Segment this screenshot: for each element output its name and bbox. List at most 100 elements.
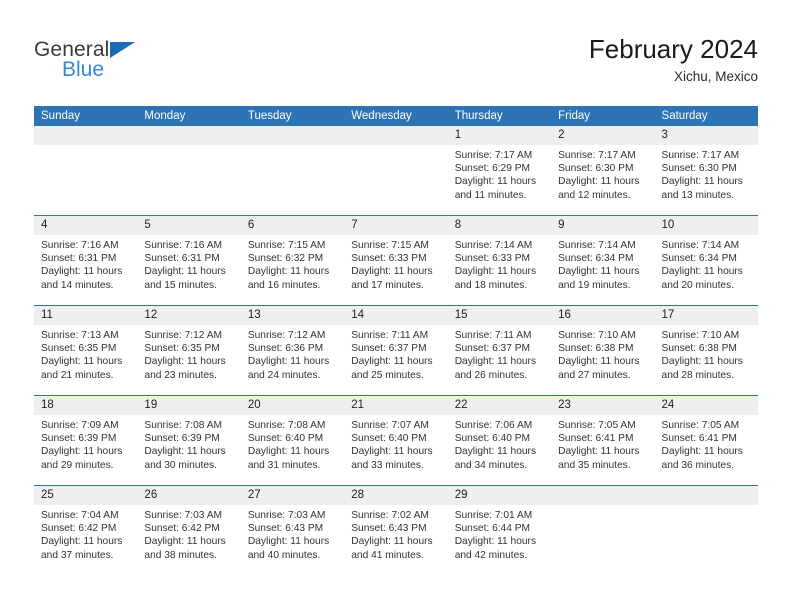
day-info-line: Sunset: 6:30 PM xyxy=(661,163,737,175)
day-info-line: Sunset: 6:39 PM xyxy=(144,433,220,445)
day-cell[interactable]: Sunrise: 7:12 AM Sunset: 6:36 PM Daylight:… xyxy=(241,325,344,395)
day-number[interactable]: 28 xyxy=(344,486,447,505)
day-info-line: Daylight: 11 hours xyxy=(144,356,226,368)
day-number[interactable]: 19 xyxy=(137,396,240,415)
day-info-line: Daylight: 11 hours xyxy=(454,356,537,368)
day-cell[interactable]: Sunrise: 7:03 AM Sunset: 6:42 PM Daylight:… xyxy=(137,505,240,575)
day-info-line: and 11 minutes. xyxy=(454,189,527,201)
day-info-line: Sunrise: 7:07 AM xyxy=(351,420,429,431)
day-cell[interactable]: Sunrise: 7:08 AM Sunset: 6:39 PM Daylight:… xyxy=(137,415,240,485)
day-number[interactable]: 29 xyxy=(448,486,551,505)
day-number[interactable]: 12 xyxy=(137,306,240,325)
week-detail-band: Sunrise: 7:16 AM Sunset: 6:31 PM Daylight:… xyxy=(34,235,758,305)
day-cell[interactable] xyxy=(34,145,137,215)
day-number[interactable]: 24 xyxy=(655,396,758,415)
day-of-week-header: Monday xyxy=(144,110,186,122)
day-info-line: Sunrise: 7:15 AM xyxy=(247,240,326,251)
day-number[interactable]: 14 xyxy=(344,306,447,325)
day-cell[interactable]: Sunrise: 7:01 AM Sunset: 6:44 PM Daylight:… xyxy=(448,505,551,575)
day-number[interactable]: 11 xyxy=(34,306,137,325)
day-info-line: Daylight: 11 hours xyxy=(454,266,537,278)
day-cell[interactable] xyxy=(241,145,344,215)
day-cell[interactable]: Sunrise: 7:10 AM Sunset: 6:38 PM Daylight:… xyxy=(551,325,654,395)
day-number[interactable]: 21 xyxy=(344,396,447,415)
day-number[interactable]: 18 xyxy=(34,396,137,415)
day-number[interactable]: 1 xyxy=(448,126,551,145)
day-cell[interactable]: Sunrise: 7:04 AM Sunset: 6:42 PM Daylight:… xyxy=(34,505,137,575)
day-cell[interactable]: Sunrise: 7:16 AM Sunset: 6:31 PM Daylight:… xyxy=(137,235,240,305)
day-number[interactable]: 20 xyxy=(241,396,344,415)
day-info-line: and 16 minutes. xyxy=(247,279,321,291)
day-number[interactable]: 27 xyxy=(241,486,344,505)
day-number[interactable]: 6 xyxy=(241,216,344,235)
day-cell[interactable]: Sunrise: 7:05 AM Sunset: 6:41 PM Daylight:… xyxy=(655,415,758,485)
day-cell[interactable] xyxy=(655,505,758,575)
day-number[interactable]: 8 xyxy=(448,216,551,235)
day-cell[interactable]: Sunrise: 7:11 AM Sunset: 6:37 PM Daylight:… xyxy=(344,325,447,395)
day-number[interactable]: 13 xyxy=(241,306,344,325)
day-info-line: and 19 minutes. xyxy=(558,279,631,291)
day-number[interactable] xyxy=(551,486,654,505)
day-number[interactable]: 4 xyxy=(34,216,137,235)
day-cell[interactable]: Sunrise: 7:15 AM Sunset: 6:32 PM Daylight:… xyxy=(241,235,344,305)
day-cell[interactable]: Sunrise: 7:02 AM Sunset: 6:43 PM Daylight:… xyxy=(344,505,447,575)
day-cell[interactable]: Sunrise: 7:16 AM Sunset: 6:31 PM Daylight:… xyxy=(34,235,137,305)
day-number[interactable]: 2 xyxy=(551,126,654,145)
day-info-line: Sunrise: 7:14 AM xyxy=(558,240,636,251)
general-blue-logo[interactable]: General Blue xyxy=(34,38,254,88)
day-cell[interactable]: Sunrise: 7:15 AM Sunset: 6:33 PM Daylight:… xyxy=(344,235,447,305)
day-info-line: Sunrise: 7:08 AM xyxy=(247,420,326,431)
day-info-line: Sunrise: 7:12 AM xyxy=(144,330,223,341)
day-cell[interactable]: Sunrise: 7:11 AM Sunset: 6:37 PM Daylight:… xyxy=(448,325,551,395)
day-info-line: and 25 minutes. xyxy=(351,369,424,381)
day-number[interactable] xyxy=(137,126,240,145)
day-number[interactable]: 25 xyxy=(34,486,137,505)
day-cell[interactable]: Sunrise: 7:12 AM Sunset: 6:35 PM Daylight:… xyxy=(137,325,240,395)
day-number[interactable]: 23 xyxy=(551,396,654,415)
day-number[interactable]: 5 xyxy=(137,216,240,235)
day-number[interactable]: 22 xyxy=(448,396,551,415)
day-number[interactable] xyxy=(655,486,758,505)
day-info-line: Daylight: 11 hours xyxy=(351,446,433,458)
day-cell[interactable]: Sunrise: 7:14 AM Sunset: 6:34 PM Daylight:… xyxy=(551,235,654,305)
day-info-line: Sunrise: 7:10 AM xyxy=(661,330,740,341)
week-detail-band: Sunrise: 7:17 AM Sunset: 6:29 PM Daylight:… xyxy=(34,145,758,215)
day-cell[interactable] xyxy=(344,145,447,215)
day-cell[interactable]: Sunrise: 7:17 AM Sunset: 6:29 PM Daylight:… xyxy=(448,145,551,215)
day-info-line: Sunrise: 7:14 AM xyxy=(661,240,740,251)
day-cell[interactable]: Sunrise: 7:13 AM Sunset: 6:35 PM Daylight:… xyxy=(34,325,137,395)
day-cell[interactable]: Sunrise: 7:05 AM Sunset: 6:41 PM Daylight:… xyxy=(551,415,654,485)
day-info-line: and 34 minutes. xyxy=(454,459,528,471)
day-cell[interactable]: Sunrise: 7:03 AM Sunset: 6:43 PM Daylight:… xyxy=(241,505,344,575)
week-date-number-band: 18 19 20 21 22 23 24 xyxy=(34,396,758,415)
day-number[interactable]: 10 xyxy=(655,216,758,235)
day-cell[interactable]: Sunrise: 7:07 AM Sunset: 6:40 PM Daylight:… xyxy=(344,415,447,485)
day-cell[interactable]: Sunrise: 7:09 AM Sunset: 6:39 PM Daylight:… xyxy=(34,415,137,485)
day-number[interactable]: 15 xyxy=(448,306,551,325)
day-info-line: Daylight: 11 hours xyxy=(247,356,330,368)
day-info-line: Sunrise: 7:06 AM xyxy=(454,420,533,431)
day-info-line: and 15 minutes. xyxy=(144,279,217,291)
day-cell[interactable] xyxy=(137,145,240,215)
day-number[interactable]: 26 xyxy=(137,486,240,505)
day-number[interactable] xyxy=(34,126,137,145)
day-number[interactable]: 7 xyxy=(344,216,447,235)
day-info-line: Sunrise: 7:15 AM xyxy=(351,240,429,251)
day-number[interactable]: 17 xyxy=(655,306,758,325)
day-cell[interactable]: Sunrise: 7:14 AM Sunset: 6:33 PM Daylight:… xyxy=(448,235,551,305)
day-number[interactable]: 9 xyxy=(551,216,654,235)
day-cell[interactable]: Sunrise: 7:14 AM Sunset: 6:34 PM Daylight:… xyxy=(655,235,758,305)
day-cell[interactable]: Sunrise: 7:06 AM Sunset: 6:40 PM Daylight:… xyxy=(448,415,551,485)
day-cell[interactable]: Sunrise: 7:08 AM Sunset: 6:40 PM Daylight:… xyxy=(241,415,344,485)
day-cell[interactable] xyxy=(551,505,654,575)
day-cell[interactable]: Sunrise: 7:17 AM Sunset: 6:30 PM Daylight:… xyxy=(655,145,758,215)
day-number[interactable] xyxy=(344,126,447,145)
day-number[interactable]: 3 xyxy=(655,126,758,145)
day-cell[interactable]: Sunrise: 7:10 AM Sunset: 6:38 PM Daylight:… xyxy=(655,325,758,395)
day-of-week-header: Tuesday xyxy=(247,110,292,122)
day-info-line: and 40 minutes. xyxy=(247,549,321,561)
day-number[interactable] xyxy=(241,126,344,145)
day-cell[interactable]: Sunrise: 7:17 AM Sunset: 6:30 PM Daylight:… xyxy=(551,145,654,215)
day-info-line: Sunrise: 7:14 AM xyxy=(454,240,533,251)
day-number[interactable]: 16 xyxy=(551,306,654,325)
